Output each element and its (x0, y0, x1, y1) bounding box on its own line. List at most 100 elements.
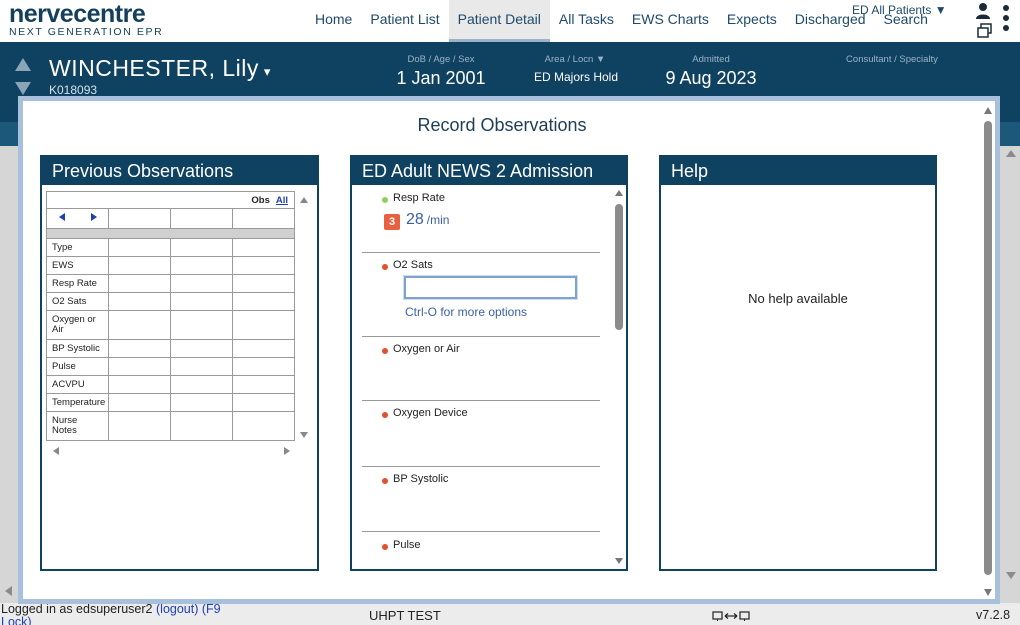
entry-scroll-thumb[interactable] (615, 204, 623, 330)
patient-name-text: WINCHESTER, Lily (49, 55, 259, 81)
obs-column-nav (46, 208, 109, 229)
resp-rate-number: 28 (406, 211, 424, 228)
obs-column-header (108, 208, 171, 229)
nav-patient-list[interactable]: Patient List (361, 0, 448, 42)
pulse-entry[interactable]: Pulse (362, 532, 600, 569)
row-label-bp-systolic: BP Systolic (46, 339, 109, 358)
oxygen-device-label: Oxygen Device (393, 407, 468, 419)
resp-rate-value[interactable]: 28/min (406, 211, 449, 229)
dob-label: DoB / Age / Sex (407, 54, 475, 65)
oxygen-or-air-entry[interactable]: Oxygen or Air (362, 337, 600, 401)
logout-link[interactable]: (logout) (156, 602, 198, 616)
login-status: Logged in as edsuperuser2 (logout) (F9 L… (1, 603, 251, 625)
observations-table: Obs All Type EWS Resp Rate O2 Sats Oxygen… (46, 191, 295, 441)
table-row: EWS (46, 256, 295, 275)
row-label-ews: EWS (46, 256, 109, 275)
more-options-hint[interactable]: Ctrl-O for more options (405, 305, 527, 319)
row-label-pulse: Pulse (46, 357, 109, 376)
table-row: BP Systolic (46, 339, 295, 358)
entry-list-scrollbar[interactable] (614, 190, 624, 567)
nav-ews-charts[interactable]: EWS Charts (623, 0, 718, 42)
patient-name[interactable]: WINCHESTER, Lily ▾ (49, 55, 271, 82)
help-panel-title: Help (661, 157, 935, 185)
table-row: Temperature (46, 393, 295, 412)
grid-scroll-up-icon[interactable] (300, 197, 308, 203)
page-scroll-left-icon[interactable] (5, 586, 12, 596)
resp-rate-entry[interactable]: Resp Rate 3 28/min (362, 187, 600, 253)
news2-entry-panel: ED Adult NEWS 2 Admission Resp Rate 3 28… (350, 155, 628, 571)
observation-entry-list: Resp Rate 3 28/min O2 Sats Ctrl-O for mo… (362, 187, 600, 569)
kebab-menu-icon[interactable] (1002, 4, 1010, 32)
nav-expects[interactable]: Expects (718, 0, 786, 42)
row-label-acvpu: ACVPU (46, 375, 109, 394)
obs-column-header (232, 208, 295, 229)
next-column-arrow-icon[interactable] (91, 213, 97, 221)
previous-observations-title: Previous Observations (42, 157, 317, 185)
user-icon[interactable] (975, 2, 991, 20)
consultant-label: Consultant / Specialty (846, 54, 938, 65)
bp-systolic-entry[interactable]: BP Systolic (362, 467, 600, 532)
resp-rate-unit: /min (426, 213, 450, 227)
obs-header-cell: Obs All (46, 191, 295, 209)
patient-menu-caret-icon[interactable]: ▾ (264, 64, 271, 79)
row-label-o2-sats: O2 Sats (46, 292, 109, 311)
page-scroll-up-icon[interactable] (1006, 150, 1016, 157)
ward-select-dropdown[interactable]: ED All Patients ▼ (852, 3, 947, 17)
row-label-type: Type (46, 238, 109, 257)
windows-icon[interactable] (977, 23, 992, 38)
page-scroll-down-icon[interactable] (1006, 572, 1016, 579)
dialog-title: Record Observations (417, 115, 587, 135)
ews-score-badge: 3 (384, 214, 400, 230)
o2-sats-input[interactable] (404, 276, 577, 299)
admitted-label: Admitted (692, 54, 730, 65)
area-location-label[interactable]: Area / Locn ▼ (528, 54, 622, 65)
row-label-nurse-notes: Nurse Notes (46, 411, 109, 441)
row-label-oxygen-or-air: Oxygen or Air (46, 310, 109, 340)
patient-id: K018093 (49, 83, 98, 97)
dialog-scroll-down-icon[interactable] (984, 589, 992, 596)
table-row: Pulse (46, 357, 295, 376)
main-nav: Home Patient List Patient Detail All Tas… (306, 0, 937, 42)
version-number: v7.2.8 (976, 608, 1011, 622)
pulse-label: Pulse (393, 539, 421, 551)
logo-name: nervecentre (9, 0, 146, 28)
o2-sats-label: O2 Sats (393, 259, 433, 271)
help-panel: Help No help available (659, 155, 937, 571)
record-observations-dialog: Record Observations Previous Observation… (18, 96, 1000, 604)
obs-label: Obs (251, 194, 270, 206)
nav-all-tasks[interactable]: All Tasks (550, 0, 623, 42)
dialog-scroll-thumb[interactable] (984, 121, 992, 575)
environment-name: UHPT TEST (369, 608, 441, 623)
oxygen-device-entry[interactable]: Oxygen Device (362, 401, 600, 467)
status-bar: Logged in as edsuperuser2 (logout) (F9 L… (0, 603, 1020, 625)
logo-subtitle: NEXT GENERATION EPR (9, 26, 164, 38)
dialog-scroll-up-icon[interactable] (984, 107, 992, 114)
row-label-temperature: Temperature (46, 393, 109, 412)
next-patient-arrow-icon[interactable] (15, 82, 31, 95)
previous-patient-arrow-icon[interactable] (15, 58, 31, 71)
bp-systolic-label: BP Systolic (393, 473, 449, 485)
oxygen-or-air-label: Oxygen or Air (393, 343, 460, 355)
obs-all-link[interactable]: All (276, 195, 288, 206)
o2-sats-entry[interactable]: O2 Sats Ctrl-O for more options (362, 253, 600, 337)
area-location-value: ED Majors Hold (533, 70, 619, 84)
grid-scroll-left-icon[interactable] (53, 447, 59, 455)
resp-rate-label: Resp Rate (393, 192, 445, 204)
previous-observations-panel: Previous Observations Obs All Type EWS Re… (40, 155, 319, 571)
table-row: Nurse Notes (46, 411, 295, 441)
nervecentre-logo: nervecentre NEXT GENERATION EPR (9, 0, 164, 39)
dialog-scrollbar[interactable] (983, 107, 993, 597)
entry-scroll-up-icon[interactable] (615, 190, 623, 196)
table-row: Oxygen or Air (46, 310, 295, 340)
news2-panel-title: ED Adult NEWS 2 Admission (352, 157, 626, 185)
entry-scroll-down-icon[interactable] (615, 558, 623, 564)
table-row: O2 Sats (46, 292, 295, 311)
row-label-resp-rate: Resp Rate (46, 274, 109, 293)
nav-patient-detail[interactable]: Patient Detail (448, 0, 550, 42)
admitted-value: 9 Aug 2023 (665, 68, 757, 88)
previous-column-arrow-icon[interactable] (59, 213, 65, 221)
grid-scroll-down-icon[interactable] (300, 432, 308, 438)
grid-scroll-right-icon[interactable] (284, 447, 290, 455)
nav-home[interactable]: Home (306, 0, 361, 42)
dual-screen-icon[interactable] (712, 610, 750, 622)
